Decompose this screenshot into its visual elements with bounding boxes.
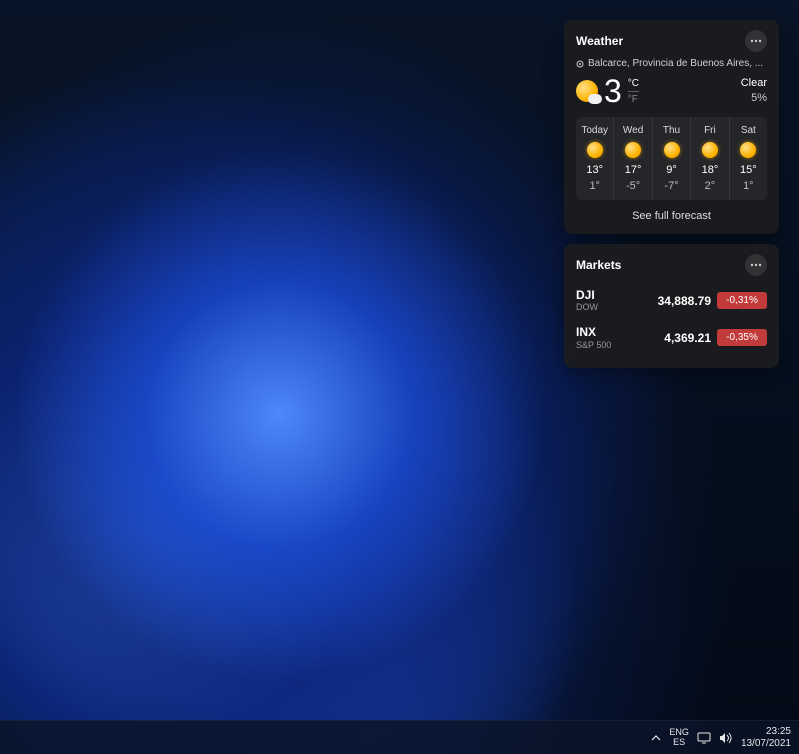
current-temp: 3: [604, 75, 622, 107]
weather-widget[interactable]: Weather Balcarce, Provincia de Buenos Ai…: [564, 20, 779, 234]
temp-unit-toggle[interactable]: °C °F: [628, 77, 639, 106]
see-full-forecast-link[interactable]: See full forecast: [576, 210, 767, 222]
market-symbol: INX: [576, 325, 611, 339]
ellipsis-icon: [750, 263, 762, 267]
forecast-high: 18°: [691, 164, 728, 176]
market-left: DJI DOW: [576, 288, 598, 313]
forecast-day-wed[interactable]: Wed 17° -5°: [613, 117, 651, 200]
market-row-dji[interactable]: DJI DOW 34,888.79 -0,31%: [576, 282, 767, 319]
market-value: 34,888.79: [658, 294, 711, 308]
current-percent: 5%: [741, 91, 767, 106]
ellipsis-icon: [750, 39, 762, 43]
market-row-inx[interactable]: INX S&P 500 4,369.21 -0,35%: [576, 319, 767, 356]
weather-header: Weather: [576, 30, 767, 52]
weather-current: 3 °C °F Clear 5%: [576, 75, 767, 107]
sun-icon: [702, 142, 718, 158]
sun-icon: [740, 142, 756, 158]
unit-celsius[interactable]: °C: [628, 77, 639, 92]
forecast-day-today[interactable]: Today 13° 1°: [576, 117, 613, 200]
system-tray: ENG ES 23:25 13/07/2021: [651, 726, 791, 750]
clock-date: 13/07/2021: [741, 738, 791, 750]
markets-title: Markets: [576, 258, 621, 272]
tray-monitor[interactable]: [697, 732, 711, 744]
market-value: 4,369.21: [664, 331, 711, 345]
forecast-day-label: Sat: [730, 125, 767, 136]
location-icon: [576, 60, 584, 68]
current-left: 3 °C °F: [576, 75, 639, 107]
market-symbol: DJI: [576, 288, 598, 302]
forecast-low: -5°: [614, 180, 651, 192]
forecast-day-fri[interactable]: Fri 18° 2°: [690, 117, 728, 200]
forecast-low: 1°: [730, 180, 767, 192]
markets-more-button[interactable]: [745, 254, 767, 276]
markets-header: Markets: [576, 254, 767, 276]
current-condition: Clear: [741, 76, 767, 91]
taskbar: ENG ES 23:25 13/07/2021: [0, 720, 799, 754]
forecast-low: 1°: [576, 180, 613, 192]
forecast-high: 13°: [576, 164, 613, 176]
chevron-up-icon: [651, 733, 661, 743]
taskbar-clock[interactable]: 23:25 13/07/2021: [741, 726, 791, 750]
weather-more-button[interactable]: [745, 30, 767, 52]
tray-volume[interactable]: [719, 732, 733, 744]
forecast-day-label: Thu: [653, 125, 690, 136]
forecast-row: Today 13° 1° Wed 17° -5° Thu 9° -7° Fri …: [576, 117, 767, 200]
location-text: Balcarce, Provincia de Buenos Aires, ...: [588, 58, 763, 69]
monitor-icon: [697, 732, 711, 744]
forecast-high: 9°: [653, 164, 690, 176]
unit-fahrenheit[interactable]: °F: [628, 92, 639, 106]
forecast-high: 17°: [614, 164, 651, 176]
speaker-icon: [719, 732, 733, 744]
weather-location[interactable]: Balcarce, Provincia de Buenos Aires, ...: [576, 58, 767, 69]
weather-current-icon: [576, 80, 598, 102]
forecast-day-label: Today: [576, 125, 613, 136]
forecast-day-label: Fri: [691, 125, 728, 136]
forecast-day-sat[interactable]: Sat 15° 1°: [729, 117, 767, 200]
language-indicator[interactable]: ENG ES: [669, 728, 689, 748]
weather-title: Weather: [576, 34, 623, 48]
tray-chevron-up[interactable]: [651, 733, 661, 743]
sun-icon: [664, 142, 680, 158]
market-right: 34,888.79 -0,31%: [658, 292, 767, 309]
clock-time: 23:25: [741, 726, 791, 738]
current-right: Clear 5%: [741, 76, 767, 107]
sun-icon: [587, 142, 603, 158]
forecast-low: -7°: [653, 180, 690, 192]
market-name: S&P 500: [576, 340, 611, 351]
market-right: 4,369.21 -0,35%: [664, 329, 767, 346]
markets-widget[interactable]: Markets DJI DOW 34,888.79 -0,31% INX S&P…: [564, 244, 779, 368]
forecast-high: 15°: [730, 164, 767, 176]
forecast-day-thu[interactable]: Thu 9° -7°: [652, 117, 690, 200]
market-left: INX S&P 500: [576, 325, 611, 350]
market-name: DOW: [576, 302, 598, 313]
lang-secondary: ES: [669, 738, 689, 748]
widgets-panel: Weather Balcarce, Provincia de Buenos Ai…: [564, 20, 779, 368]
sun-icon: [625, 142, 641, 158]
market-change-badge: -0,31%: [717, 292, 767, 309]
forecast-day-label: Wed: [614, 125, 651, 136]
market-change-badge: -0,35%: [717, 329, 767, 346]
forecast-low: 2°: [691, 180, 728, 192]
